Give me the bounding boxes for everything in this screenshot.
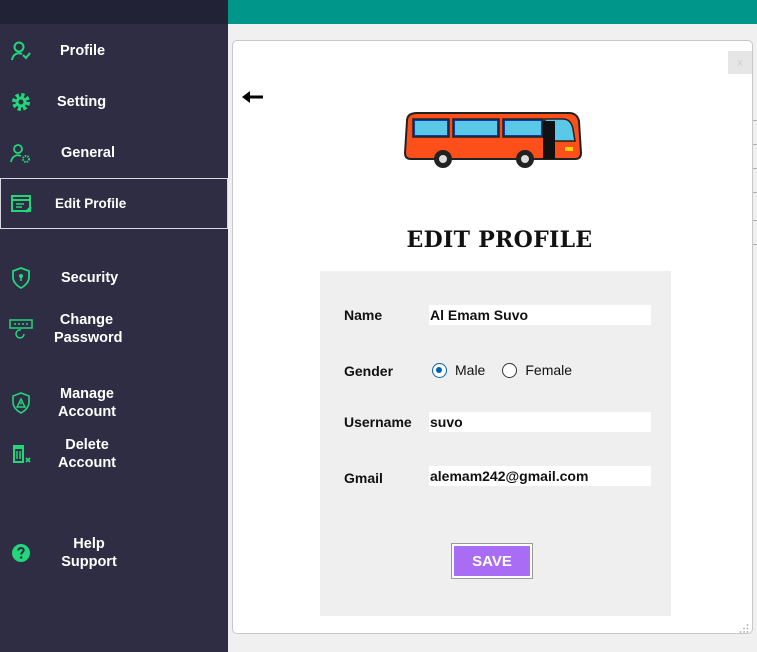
grid-divider <box>753 144 757 145</box>
back-arrow-icon[interactable] <box>241 89 265 105</box>
sidebar-item-label: General <box>61 145 115 161</box>
edit-form-icon <box>10 192 34 216</box>
sidebar-item-setting[interactable]: Setting <box>0 87 228 117</box>
form-panel: Name Al Emam Suvo Gender Male Female Use… <box>320 271 671 616</box>
resize-grip-icon[interactable] <box>739 620 749 633</box>
gmail-field[interactable]: alemam242@gmail.com <box>429 466 651 486</box>
user-icon <box>9 39 33 63</box>
shield-warning-icon <box>9 391 33 415</box>
trash-icon <box>9 442 33 466</box>
sidebar-item-label: Security <box>61 270 119 286</box>
sidebar-item-delete-account[interactable]: Delete Account <box>0 435 228 473</box>
grid-divider <box>753 120 757 121</box>
bus-logo <box>401 107 583 173</box>
gender-label: Gender <box>344 363 394 379</box>
close-button[interactable]: x <box>728 51 752 74</box>
sidebar-item-help-support[interactable]: Help Support <box>0 534 228 572</box>
username-label: Username <box>344 414 412 430</box>
edit-profile-dialog: x EDIT PROFILE Name Al Emam Suvo Gender … <box>232 40 753 634</box>
sidebar: Profile Setting General Edit Profile Sec… <box>0 0 228 652</box>
user-gear-icon <box>9 141 33 165</box>
name-label: Name <box>344 307 383 323</box>
sidebar-item-profile[interactable]: Profile <box>0 36 228 66</box>
gear-icon <box>9 90 33 114</box>
sidebar-item-manage-account[interactable]: Manage Account <box>0 384 228 422</box>
gender-female-radio[interactable] <box>502 362 518 378</box>
sidebar-item-edit-profile[interactable]: Edit Profile <box>0 178 228 229</box>
username-field[interactable]: suvo <box>429 412 651 432</box>
grid-divider <box>753 220 757 221</box>
top-bar <box>228 0 757 24</box>
help-icon <box>9 541 33 565</box>
grid-divider <box>753 168 757 169</box>
sidebar-item-label: Change Password <box>54 312 123 346</box>
gender-male-radio[interactable] <box>432 362 447 378</box>
gender-male-label: Male <box>455 362 486 378</box>
sidebar-item-label: Help Support <box>61 536 117 570</box>
password-icon <box>9 317 33 341</box>
gmail-label: Gmail <box>344 470 383 486</box>
sidebar-item-label: Delete Account <box>58 437 116 471</box>
name-field[interactable]: Al Emam Suvo <box>429 305 651 325</box>
sidebar-item-label: Setting <box>57 94 107 110</box>
save-button[interactable]: SAVE <box>451 543 533 579</box>
sidebar-item-change-password[interactable]: Change Password <box>0 310 228 348</box>
sidebar-item-label: Edit Profile <box>55 195 127 211</box>
sidebar-item-security[interactable]: Security <box>0 263 228 293</box>
gender-radio-group: Male Female <box>432 362 572 378</box>
sidebar-item-general[interactable]: General <box>0 138 228 168</box>
grid-divider <box>753 192 757 193</box>
shield-icon <box>9 266 33 290</box>
sidebar-item-label: Manage Account <box>58 386 116 420</box>
sidebar-header <box>0 0 228 24</box>
page-title: EDIT PROFILE <box>406 227 593 253</box>
gender-female-label: Female <box>525 362 573 378</box>
sidebar-item-label: Profile <box>60 43 106 59</box>
